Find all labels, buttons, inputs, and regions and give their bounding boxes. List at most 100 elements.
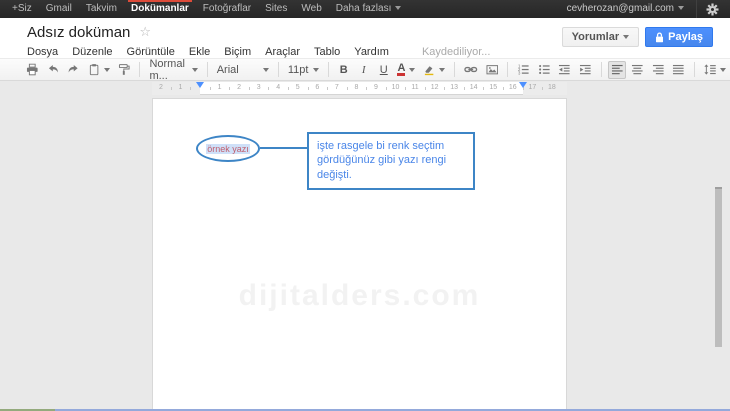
ruler-number: 7	[332, 84, 342, 91]
print-button[interactable]	[23, 61, 42, 79]
font-size-select[interactable]: 11pt	[284, 61, 323, 79]
ruler-tick	[503, 87, 504, 90]
ruler-number: 11	[410, 84, 420, 91]
header-buttons: Yorumlar Paylaş	[562, 27, 713, 47]
google-bar-right: cevherozan@gmail.com	[559, 0, 730, 18]
chevron-down-icon	[720, 68, 726, 72]
ruler-number: 1	[175, 84, 185, 91]
star-icon[interactable]: ☆	[139, 26, 151, 39]
ruler-number: 13	[449, 84, 459, 91]
toolbar-divider	[207, 62, 208, 77]
google-nav-takvim[interactable]: Takvim	[79, 0, 124, 18]
ruler-tick	[190, 87, 191, 90]
google-nav-web[interactable]: Web	[294, 0, 328, 18]
google-nav-gmail[interactable]: Gmail	[39, 0, 79, 18]
account-email-label: cevherozan@gmail.com	[567, 3, 674, 14]
highlight-color-button[interactable]	[420, 61, 448, 79]
toolbar-divider	[601, 62, 602, 77]
numbered-list-button[interactable]: 123	[514, 61, 533, 79]
annotation-ellipse: örnek yazı	[196, 135, 260, 162]
save-status: Kaydediliyor...	[422, 46, 490, 58]
ruler-number: 2	[234, 84, 244, 91]
decrease-indent-button[interactable]	[555, 61, 574, 79]
ruler-number: 5	[293, 84, 303, 91]
font-size-value: 11pt	[288, 64, 309, 76]
right-indent-marker[interactable]	[519, 82, 527, 88]
watermark: dijitalders.com	[239, 279, 481, 313]
line-spacing-button[interactable]	[701, 61, 729, 79]
justify-button[interactable]	[669, 61, 688, 79]
toolbar-divider	[454, 62, 455, 77]
ruler-number: 9	[371, 84, 381, 91]
ruler-tick	[327, 87, 328, 90]
document-header: Adsız doküman ☆ DosyaDüzenleGörüntüleEkl…	[0, 18, 730, 58]
document-page[interactable]: dijitalders.com örnek yazı işte rasgele …	[152, 98, 567, 411]
ruler-tick	[405, 87, 406, 90]
paragraph-style-value: Normal m...	[149, 58, 187, 82]
ruler-tick	[229, 87, 230, 90]
ruler-tick	[347, 87, 348, 90]
increase-indent-button[interactable]	[576, 61, 595, 79]
highlighter-icon	[423, 63, 435, 76]
ruler-tick	[249, 87, 250, 90]
google-nav-fotograflar[interactable]: Fotoğraflar	[196, 0, 258, 18]
insert-link-button[interactable]	[461, 61, 481, 79]
chevron-down-icon	[192, 68, 198, 72]
font-family-value: Arial	[217, 64, 239, 76]
share-button[interactable]: Paylaş	[645, 27, 713, 47]
align-left-button[interactable]	[608, 61, 627, 79]
text-color-icon: A	[397, 63, 405, 76]
sample-text: örnek yazı	[206, 144, 250, 154]
google-nav-siz[interactable]: +Siz	[5, 0, 39, 18]
annotation-callout-box: işte rasgele bi renk seçtim gördüğünüz g…	[307, 132, 475, 190]
account-email-menu[interactable]: cevherozan@gmail.com	[559, 0, 692, 18]
undo-button[interactable]	[44, 61, 63, 79]
text-color-button[interactable]: A	[395, 61, 418, 79]
google-services-nav: +SizGmailTakvimDokümanlarFotoğraflarSite…	[0, 0, 408, 18]
ruler-number: 8	[351, 84, 361, 91]
google-nav-dokumanlar[interactable]: Dokümanlar	[124, 0, 196, 18]
vertical-scrollbar[interactable]	[715, 187, 722, 411]
svg-text:3: 3	[518, 71, 521, 76]
insert-image-button[interactable]	[483, 61, 502, 79]
ruler-number: 10	[391, 84, 401, 91]
font-family-select[interactable]: Arial	[213, 61, 273, 79]
chevron-down-icon	[263, 68, 269, 72]
bullet-list-button[interactable]	[535, 61, 554, 79]
paint-format-button[interactable]	[115, 61, 134, 79]
italic-button[interactable]: I	[355, 61, 373, 79]
redo-button[interactable]	[64, 61, 83, 79]
web-clipboard-button[interactable]	[85, 61, 113, 79]
toolbar-divider	[139, 62, 140, 77]
chevron-down-icon	[313, 68, 319, 72]
callout-text: işte rasgele bi renk seçtim gördüğünüz g…	[317, 139, 465, 182]
scrollbar-thumb[interactable]	[715, 187, 722, 347]
ruler-tick	[483, 87, 484, 90]
document-title[interactable]: Adsız doküman	[27, 24, 130, 41]
lock-icon	[655, 32, 664, 43]
toolbar-divider	[328, 62, 329, 77]
ruler-number: 1	[215, 84, 225, 91]
ruler-number: 3	[254, 84, 264, 91]
ruler-tick	[210, 87, 211, 90]
chevron-down-icon	[439, 68, 445, 72]
ruler-number: 15	[488, 84, 498, 91]
comments-button[interactable]: Yorumlar	[562, 27, 639, 47]
google-nav-daha-fazlasi[interactable]: Daha fazlası	[329, 0, 409, 18]
ruler-tick	[444, 87, 445, 90]
ruler-number: 14	[469, 84, 479, 91]
ruler-tick	[268, 87, 269, 90]
ruler-tick	[308, 87, 309, 90]
ruler-tick	[542, 87, 543, 90]
underline-button[interactable]: U	[375, 61, 393, 79]
chevron-down-icon	[623, 35, 629, 39]
align-right-button[interactable]	[649, 61, 668, 79]
left-indent-marker[interactable]	[196, 82, 204, 88]
annotation-connector-line	[260, 147, 307, 149]
bold-button[interactable]: B	[335, 61, 353, 79]
paragraph-style-select[interactable]: Normal m...	[145, 61, 201, 79]
align-center-button[interactable]	[628, 61, 647, 79]
ruler-number: 18	[547, 84, 557, 91]
google-nav-sites[interactable]: Sites	[258, 0, 294, 18]
gear-icon[interactable]	[701, 3, 724, 16]
